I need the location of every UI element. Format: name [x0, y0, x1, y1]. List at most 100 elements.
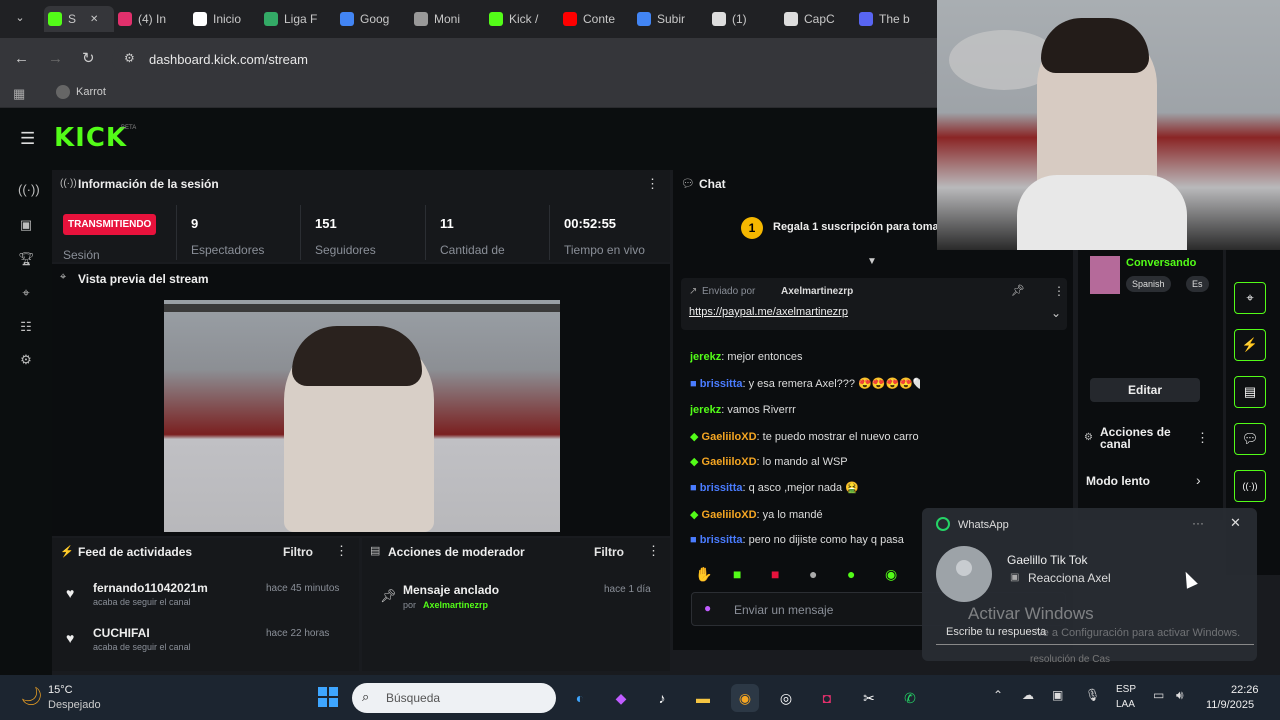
- start-button[interactable]: [318, 687, 338, 707]
- taskbar-tiktok-icon[interactable]: ♪: [648, 684, 676, 712]
- chat-username[interactable]: jerekz: [690, 404, 721, 416]
- browser-tab[interactable]: Subir: [637, 6, 707, 32]
- kick-logo[interactable]: KICK: [54, 123, 127, 153]
- gift-sub-banner[interactable]: Regala 1 suscripción para toma: [773, 221, 939, 233]
- browser-tab[interactable]: Liga F: [264, 6, 334, 32]
- chat-input-mic-icon[interactable]: ●: [704, 601, 711, 615]
- clock-date[interactable]: 11/9/2025: [1206, 699, 1254, 711]
- reload-icon[interactable]: ↻: [82, 49, 95, 67]
- back-icon[interactable]: ←: [14, 50, 29, 67]
- chat-username[interactable]: GaeliiloXD: [702, 431, 757, 443]
- chat-message[interactable]: jerekz: vamos Riverrr: [690, 404, 920, 416]
- site-settings-icon[interactable]: ⚙: [124, 51, 135, 65]
- input-lang-2[interactable]: LAA: [1116, 699, 1135, 710]
- community-icon[interactable]: ☷: [18, 319, 34, 335]
- apps-grid-icon[interactable]: ▦: [13, 86, 25, 102]
- emote-icon[interactable]: ●: [809, 566, 817, 582]
- menu-icon[interactable]: ☰: [20, 129, 35, 149]
- weather-icon[interactable]: 🌙︎: [20, 686, 43, 707]
- slow-mode-chevron-icon[interactable]: ›: [1196, 472, 1201, 488]
- chat-scroll-down-icon[interactable]: ▼: [867, 256, 877, 267]
- tray-app-icon[interactable]: ▣: [1052, 688, 1063, 702]
- weather-temp[interactable]: 15°C: [48, 684, 73, 696]
- pinned-message[interactable]: ↗ Enviado por Axelmartinezrp https://pay…: [681, 278, 1067, 330]
- browser-tab[interactable]: (4) In: [118, 6, 188, 32]
- chat-username[interactable]: brissitta: [700, 378, 743, 390]
- chat-username[interactable]: brissitta: [700, 534, 743, 546]
- chat-message[interactable]: ◆ GaeliiloXD: te puedo mostrar el nuevo …: [690, 430, 920, 443]
- emote-icon[interactable]: ◉: [885, 566, 897, 583]
- browser-tab[interactable]: S ✕: [44, 6, 114, 32]
- taskbar-copilot-icon[interactable]: ◆: [607, 684, 635, 712]
- pinned-expand-icon[interactable]: ⌄: [1051, 306, 1061, 320]
- browser-tab[interactable]: (1): [712, 6, 782, 32]
- taskbar-instagram-icon[interactable]: ◘: [813, 684, 841, 712]
- browser-tab[interactable]: Conte: [563, 6, 633, 32]
- tab-close-icon[interactable]: ✕: [90, 14, 98, 25]
- session-menu-icon[interactable]: ⋮: [646, 176, 659, 192]
- feed-user[interactable]: CUCHIFAI: [93, 626, 150, 640]
- moderation-icon[interactable]: ⌖: [18, 285, 34, 301]
- tray-mic-icon[interactable]: 🎙︎: [1085, 688, 1100, 702]
- tab-search-chevron-icon[interactable]: ⌄: [12, 11, 28, 27]
- taskbar-explorer-icon[interactable]: ▬: [689, 684, 717, 712]
- notification-more-icon[interactable]: ···: [1192, 516, 1204, 530]
- chat-username[interactable]: jerekz: [690, 351, 721, 363]
- pinned-user[interactable]: Axelmartinezrp: [781, 286, 853, 297]
- channel-actions-menu-icon[interactable]: ⋮: [1196, 430, 1209, 446]
- taskbar-obs-icon[interactable]: ◎: [772, 684, 800, 712]
- browser-tab[interactable]: Goog: [340, 6, 410, 32]
- chat-username[interactable]: GaeliiloXD: [702, 456, 757, 468]
- taskbar-chrome-icon[interactable]: ◉: [731, 684, 759, 712]
- broadcast-action-icon[interactable]: ((·)): [1234, 470, 1266, 502]
- mod-item-user[interactable]: Axelmartinezrp: [423, 600, 488, 610]
- feed-user[interactable]: fernando11042021m: [93, 581, 208, 595]
- browser-tab[interactable]: The b: [859, 6, 929, 32]
- tray-network-icon[interactable]: ☁: [1022, 688, 1034, 702]
- emote-icon[interactable]: ✋: [695, 566, 712, 583]
- reply-field[interactable]: Escribe tu respuesta Ve a Configuración …: [936, 623, 1254, 645]
- notification-close-icon[interactable]: ✕: [1230, 515, 1241, 531]
- taskbar-edge-icon[interactable]: ◐: [566, 684, 594, 712]
- settings-icon[interactable]: ⚙: [18, 352, 34, 368]
- chat-action-icon[interactable]: 💬︎: [1234, 423, 1266, 455]
- whatsapp-notification[interactable]: WhatsApp ··· ✕ Gaelillo Tik Tok ▣ Reacci…: [922, 508, 1257, 662]
- chat-username[interactable]: brissitta: [700, 482, 743, 494]
- chat-message[interactable]: ◆ GaeliiloXD: lo mando al WSP: [690, 455, 920, 468]
- moderation-action-icon[interactable]: ⌖: [1234, 282, 1266, 314]
- mod-filter-button[interactable]: Filtro: [594, 545, 624, 559]
- taskbar-search[interactable]: ⌕ Búsqueda: [352, 683, 556, 713]
- feed-menu-icon[interactable]: ⋮: [335, 543, 348, 559]
- chat-username[interactable]: GaeliiloXD: [702, 509, 757, 521]
- analytics-icon[interactable]: ▣: [18, 217, 34, 233]
- tray-chevron-icon[interactable]: ⌃: [993, 688, 1003, 702]
- forward-icon[interactable]: →: [48, 50, 63, 67]
- taskbar-whatsapp-icon[interactable]: ✆: [896, 684, 924, 712]
- emote-icon[interactable]: ●: [847, 566, 855, 582]
- mod-menu-icon[interactable]: ⋮: [647, 543, 660, 559]
- slow-mode-label[interactable]: Modo lento: [1086, 474, 1150, 488]
- stream-category[interactable]: Conversando: [1126, 257, 1196, 269]
- bookmark-item[interactable]: Karrot: [56, 85, 106, 99]
- stream-preview-video[interactable]: [164, 300, 560, 532]
- url-field[interactable]: ⚙ dashboard.kick.com/stream: [112, 44, 934, 74]
- clipboard-action-icon[interactable]: ▤: [1234, 376, 1266, 408]
- broadcast-icon[interactable]: ((·)): [18, 182, 40, 198]
- clock-time[interactable]: 22:26: [1231, 684, 1259, 696]
- tray-volume-icon[interactable]: 🔊︎: [1176, 688, 1184, 703]
- pinned-pin-icon[interactable]: 📌︎: [1011, 284, 1025, 297]
- weather-desc[interactable]: Despejado: [48, 699, 101, 711]
- pinned-link[interactable]: https://paypal.me/axelmartinezrp: [689, 306, 848, 318]
- pinned-menu-icon[interactable]: ⋮: [1053, 284, 1065, 298]
- browser-tab[interactable]: Kick /: [489, 6, 559, 32]
- input-lang-1[interactable]: ESP: [1116, 684, 1136, 695]
- trophy-icon[interactable]: 🏆︎: [18, 251, 35, 267]
- chat-message[interactable]: ■ brissitta: pero no dijiste como hay q …: [690, 534, 920, 546]
- edit-button[interactable]: Editar: [1090, 378, 1200, 402]
- browser-tab[interactable]: CapC: [784, 6, 854, 32]
- taskbar-capcut-icon[interactable]: ✂: [855, 684, 883, 712]
- browser-tab[interactable]: Moni: [414, 6, 484, 32]
- lightning-action-icon[interactable]: ⚡: [1234, 329, 1266, 361]
- chat-message[interactable]: ■ brissitta: q asco ,mejor nada 🤮: [690, 481, 920, 494]
- emote-icon[interactable]: ■: [733, 566, 741, 582]
